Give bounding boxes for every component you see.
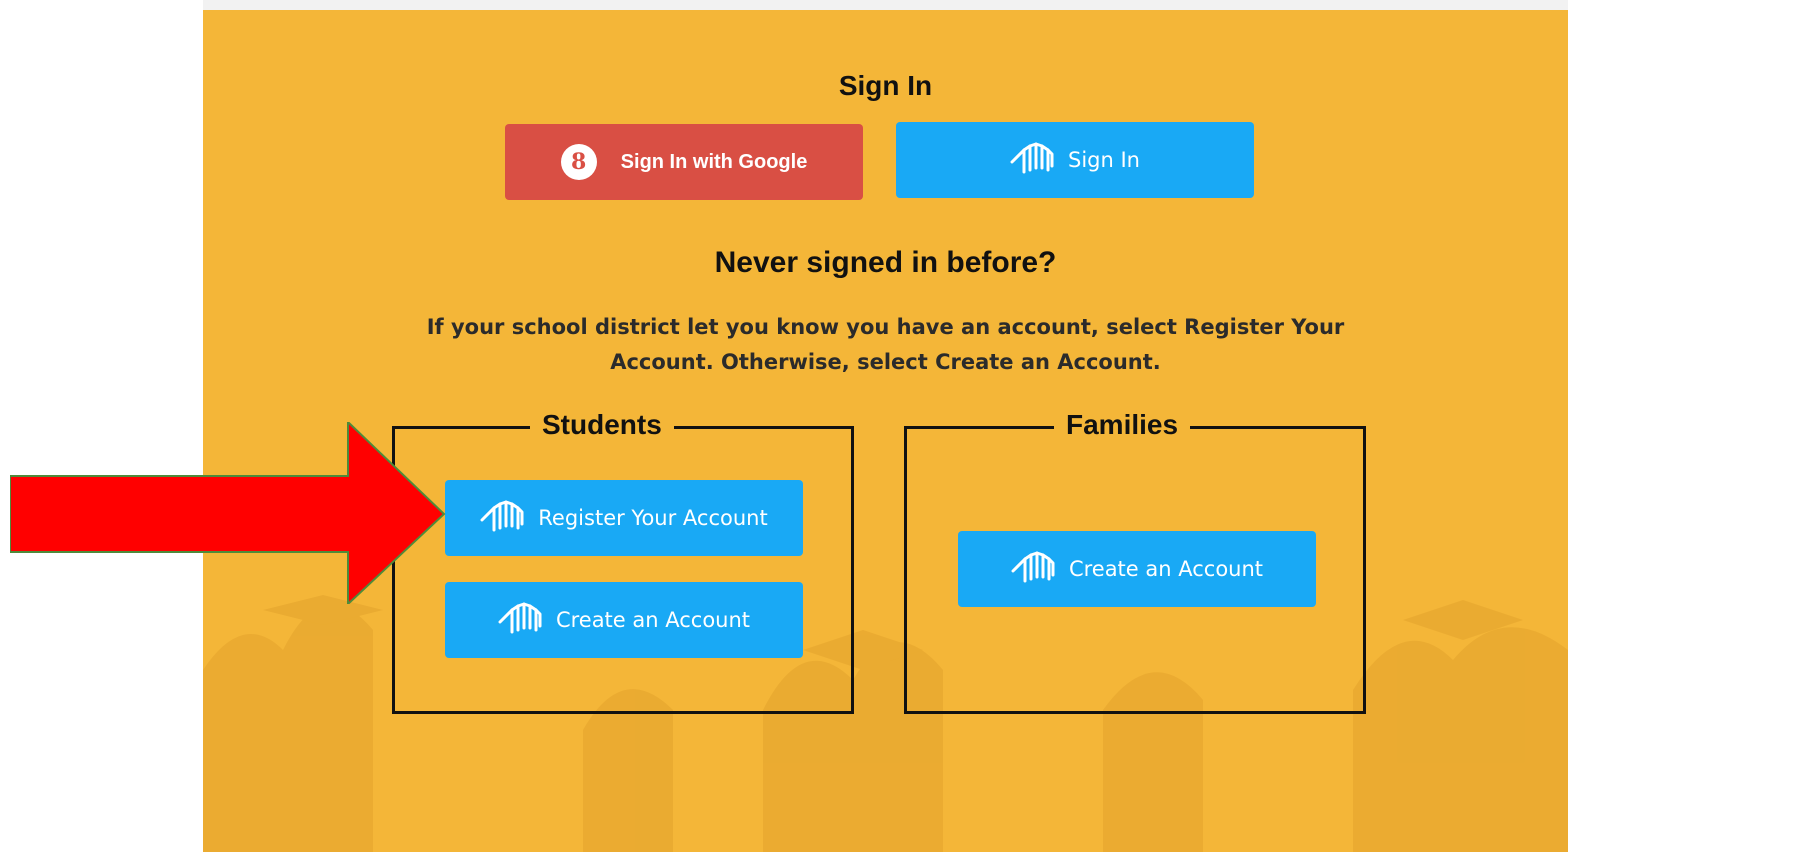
legend-divider — [673, 425, 854, 429]
students-group: Students — [392, 409, 854, 714]
students-legend-row: Students — [392, 409, 854, 440]
student-create-account-label: Create an Account — [555, 608, 751, 632]
register-instructions: If your school district let you know you… — [203, 310, 1568, 380]
google-signin-button[interactable]: 8 Sign In with Google — [505, 124, 863, 200]
legend-divider — [1190, 425, 1366, 429]
legend-divider — [904, 425, 1054, 429]
stacked-pages-logo-icon — [498, 602, 542, 638]
stacked-pages-logo-icon — [480, 500, 524, 536]
student-register-account-button[interactable]: Register Your Account — [445, 480, 803, 556]
signin-title: Sign In — [838, 70, 933, 101]
students-legend: Students — [542, 409, 662, 440]
page: Sign In 8 Sign In with Google Sign In Ne… — [0, 0, 1808, 852]
register-instructions-line-1: If your school district let you know you… — [426, 315, 1345, 339]
family-create-account-button[interactable]: Create an Account — [958, 531, 1316, 607]
stacked-pages-logo-icon — [1010, 142, 1054, 178]
google-icon: 8 — [560, 144, 597, 180]
families-legend-row: Families — [904, 409, 1366, 440]
student-create-account-button[interactable]: Create an Account — [445, 582, 803, 658]
families-legend: Families — [1066, 409, 1179, 440]
google-signin-label: Sign In with Google — [620, 150, 808, 173]
register-instructions-line-2: Account. Otherwise, select Create an Acc… — [610, 350, 1161, 374]
family-create-account-label: Create an Account — [1068, 557, 1264, 581]
stacked-pages-logo-icon — [1011, 551, 1055, 587]
never-signed-in-title: Never signed in before? — [714, 246, 1057, 279]
signin-button[interactable]: Sign In — [896, 122, 1254, 198]
red-arrow — [10, 422, 446, 604]
student-register-account-label: Register Your Account — [538, 506, 768, 530]
top-strip — [203, 0, 1568, 10]
signin-button-label: Sign In — [1068, 148, 1140, 172]
